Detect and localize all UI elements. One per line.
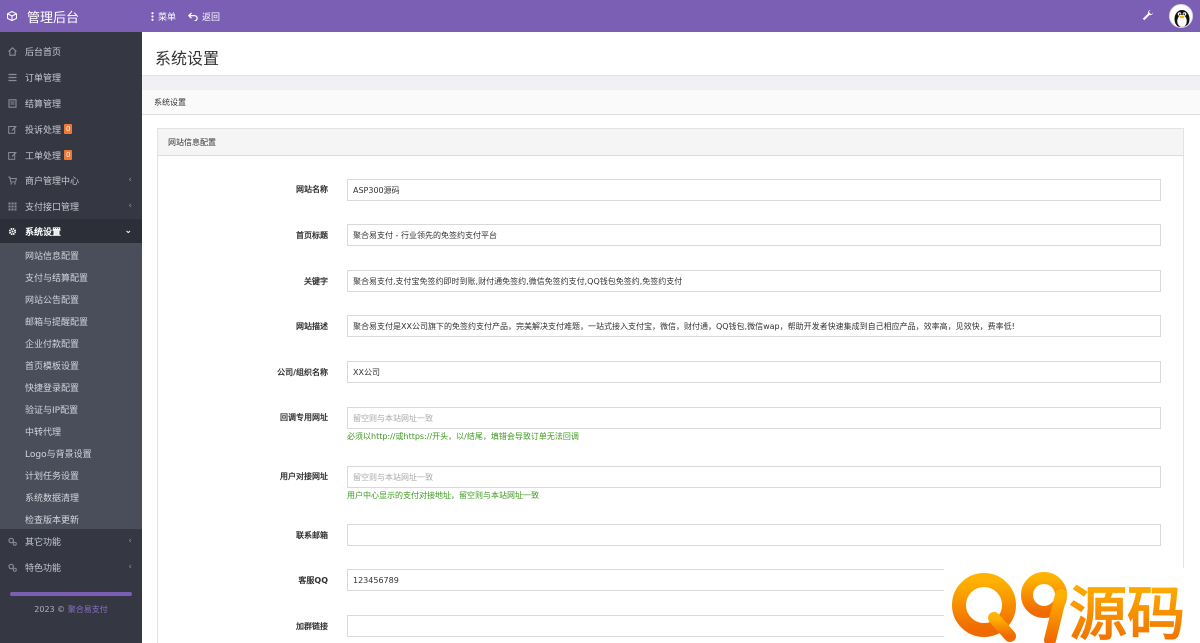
- menu-label: 菜单: [158, 12, 177, 23]
- sidebar-item-label: 商户管理中心: [25, 176, 80, 187]
- sidebar-item-tickets[interactable]: 工单处理 0: [0, 143, 142, 167]
- sidebar-item-payment-interfaces[interactable]: 支付接口管理 ‹: [0, 194, 142, 218]
- q9-logo-icon: 源码: [952, 572, 1185, 643]
- contact-email-label: 联系邮箱: [296, 531, 328, 540]
- section-heading: 网站信息配置: [158, 129, 1183, 156]
- company-name-input[interactable]: [347, 361, 1161, 383]
- submenu-item[interactable]: 检查版本更新: [0, 508, 142, 530]
- submenu-item[interactable]: 支付与结算配置: [0, 266, 142, 288]
- chevron-left-icon: ‹: [128, 175, 132, 185]
- submenu-item[interactable]: 企业付款配置: [0, 332, 142, 354]
- submenu-item[interactable]: 首页模板设置: [0, 354, 142, 376]
- list-icon: [8, 73, 17, 81]
- callback-url-help: 必须以http://或https://开头，以/结尾，填错会导致订单无法回调: [347, 432, 579, 441]
- undo-icon: [188, 12, 198, 21]
- watermark-logo: 源码: [944, 568, 1200, 643]
- copyright: 2023 © 聚合易支付: [0, 604, 142, 615]
- site-description-label: 网站描述: [296, 322, 328, 331]
- site-name-input[interactable]: [347, 179, 1161, 201]
- site-info-panel: 网站信息配置: [157, 128, 1184, 643]
- sidebar-item-label: 工单处理: [25, 151, 62, 162]
- chevron-left-icon: ‹: [128, 562, 132, 572]
- chevron-left-icon: ‹: [128, 536, 132, 546]
- sidebar-item-other-functions[interactable]: 其它功能 ‹: [0, 529, 142, 553]
- sidebar-item-label: 投诉处理: [25, 125, 62, 136]
- vertical-dots-icon: [151, 11, 154, 21]
- chevron-left-icon: ‹: [128, 201, 132, 211]
- app-title: 管理后台: [27, 10, 80, 26]
- group-link-label: 加群链接: [296, 622, 328, 631]
- penguin-avatar-icon: [1174, 10, 1190, 27]
- cube-icon: [7, 11, 17, 21]
- sidebar-item-label: 系统设置: [25, 227, 62, 238]
- tickets-count-badge: 0: [64, 150, 73, 160]
- page-title: 系统设置: [155, 49, 220, 68]
- wrench-icon[interactable]: [1142, 9, 1154, 21]
- copyright-link[interactable]: 聚合易支付: [68, 605, 108, 614]
- sidebar-item-label: 订单管理: [25, 73, 62, 84]
- edit-icon: [8, 151, 17, 160]
- site-name-label: 网站名称: [296, 185, 328, 194]
- sidebar-item-merchants[interactable]: 商户管理中心 ‹: [0, 168, 142, 192]
- home-icon: [8, 46, 17, 56]
- grid-icon: [8, 202, 17, 210]
- sidebar-item-label: 结算管理: [25, 99, 62, 110]
- callback-url-label: 回调专用网址: [280, 413, 328, 422]
- submenu-item[interactable]: 邮箱与提醒配置: [0, 310, 142, 332]
- sidebar-item-label: 后台首页: [25, 47, 62, 58]
- user-api-url-label: 用户对接网址: [280, 472, 328, 481]
- submenu-item[interactable]: 验证与IP配置: [0, 398, 142, 420]
- submenu-item[interactable]: 网站信息配置: [0, 244, 142, 266]
- submenu-item[interactable]: 网站公告配置: [0, 288, 142, 310]
- sidebar-item-label: 支付接口管理: [25, 202, 80, 213]
- ledger-icon: [8, 98, 17, 108]
- user-api-url-input[interactable]: [347, 466, 1161, 488]
- sidebar-item-settlement[interactable]: 结算管理: [0, 91, 142, 115]
- sidebar-item-orders[interactable]: 订单管理: [0, 65, 142, 89]
- company-name-label: 公司/组织名称: [277, 368, 328, 377]
- cart-icon: [8, 176, 17, 185]
- cogs-icon: [8, 563, 17, 572]
- edit-icon: [8, 125, 17, 134]
- keywords-input[interactable]: [347, 270, 1161, 292]
- sidebar-item-label: 其它功能: [25, 537, 62, 548]
- keywords-label: 关键字: [304, 277, 328, 286]
- sidebar-divider-bar: [10, 592, 132, 596]
- sidebar: 后台首页 订单管理 结算管理 投诉处理 0 工单处理 0 商户管理中心 ‹ 支付…: [0, 32, 142, 643]
- brand[interactable]: 管理后台: [0, 0, 142, 32]
- svg-text:源码: 源码: [1069, 580, 1185, 643]
- back-button[interactable]: 返回: [188, 9, 220, 23]
- support-qq-label: 客服QQ: [298, 576, 328, 585]
- submenu-item[interactable]: 系统数据清理: [0, 486, 142, 508]
- system-settings-submenu: 网站信息配置 支付与结算配置 网站公告配置 邮箱与提醒配置 企业付款配置 首页模…: [0, 243, 142, 529]
- complaints-count-badge: 0: [64, 124, 73, 134]
- back-label: 返回: [202, 12, 221, 23]
- sidebar-item-system-settings[interactable]: 系统设置 ⌄: [0, 219, 142, 243]
- contact-email-input[interactable]: [347, 524, 1161, 546]
- homepage-title-label: 首页标题: [296, 231, 328, 240]
- page-header: 系统设置: [142, 32, 1200, 76]
- submenu-item[interactable]: Logo与背景设置: [0, 442, 142, 464]
- homepage-title-input[interactable]: [347, 224, 1161, 246]
- gear-icon: [8, 227, 17, 235]
- panel-heading: 系统设置: [142, 90, 1200, 115]
- cogs-icon: [8, 537, 17, 546]
- submenu-item[interactable]: 中转代理: [0, 420, 142, 442]
- sidebar-item-dashboard[interactable]: 后台首页: [0, 39, 142, 63]
- avatar[interactable]: [1169, 4, 1193, 28]
- user-api-url-help: 用户中心显示的支付对接地址，留空则与本站网址一致: [347, 491, 539, 500]
- callback-url-input[interactable]: [347, 407, 1161, 429]
- site-description-input[interactable]: [347, 315, 1161, 337]
- top-bar: 管理后台 菜单 返回: [0, 0, 1200, 32]
- sidebar-item-label: 特色功能: [25, 563, 62, 574]
- copyright-year: 2023 ©: [34, 605, 66, 614]
- sidebar-item-featured-functions[interactable]: 特色功能 ‹: [0, 555, 142, 579]
- sidebar-item-complaints[interactable]: 投诉处理 0: [0, 117, 142, 141]
- chevron-down-icon: ⌄: [124, 226, 132, 236]
- submenu-item[interactable]: 快捷登录配置: [0, 376, 142, 398]
- submenu-item[interactable]: 计划任务设置: [0, 464, 142, 486]
- menu-button[interactable]: 菜单: [151, 9, 176, 23]
